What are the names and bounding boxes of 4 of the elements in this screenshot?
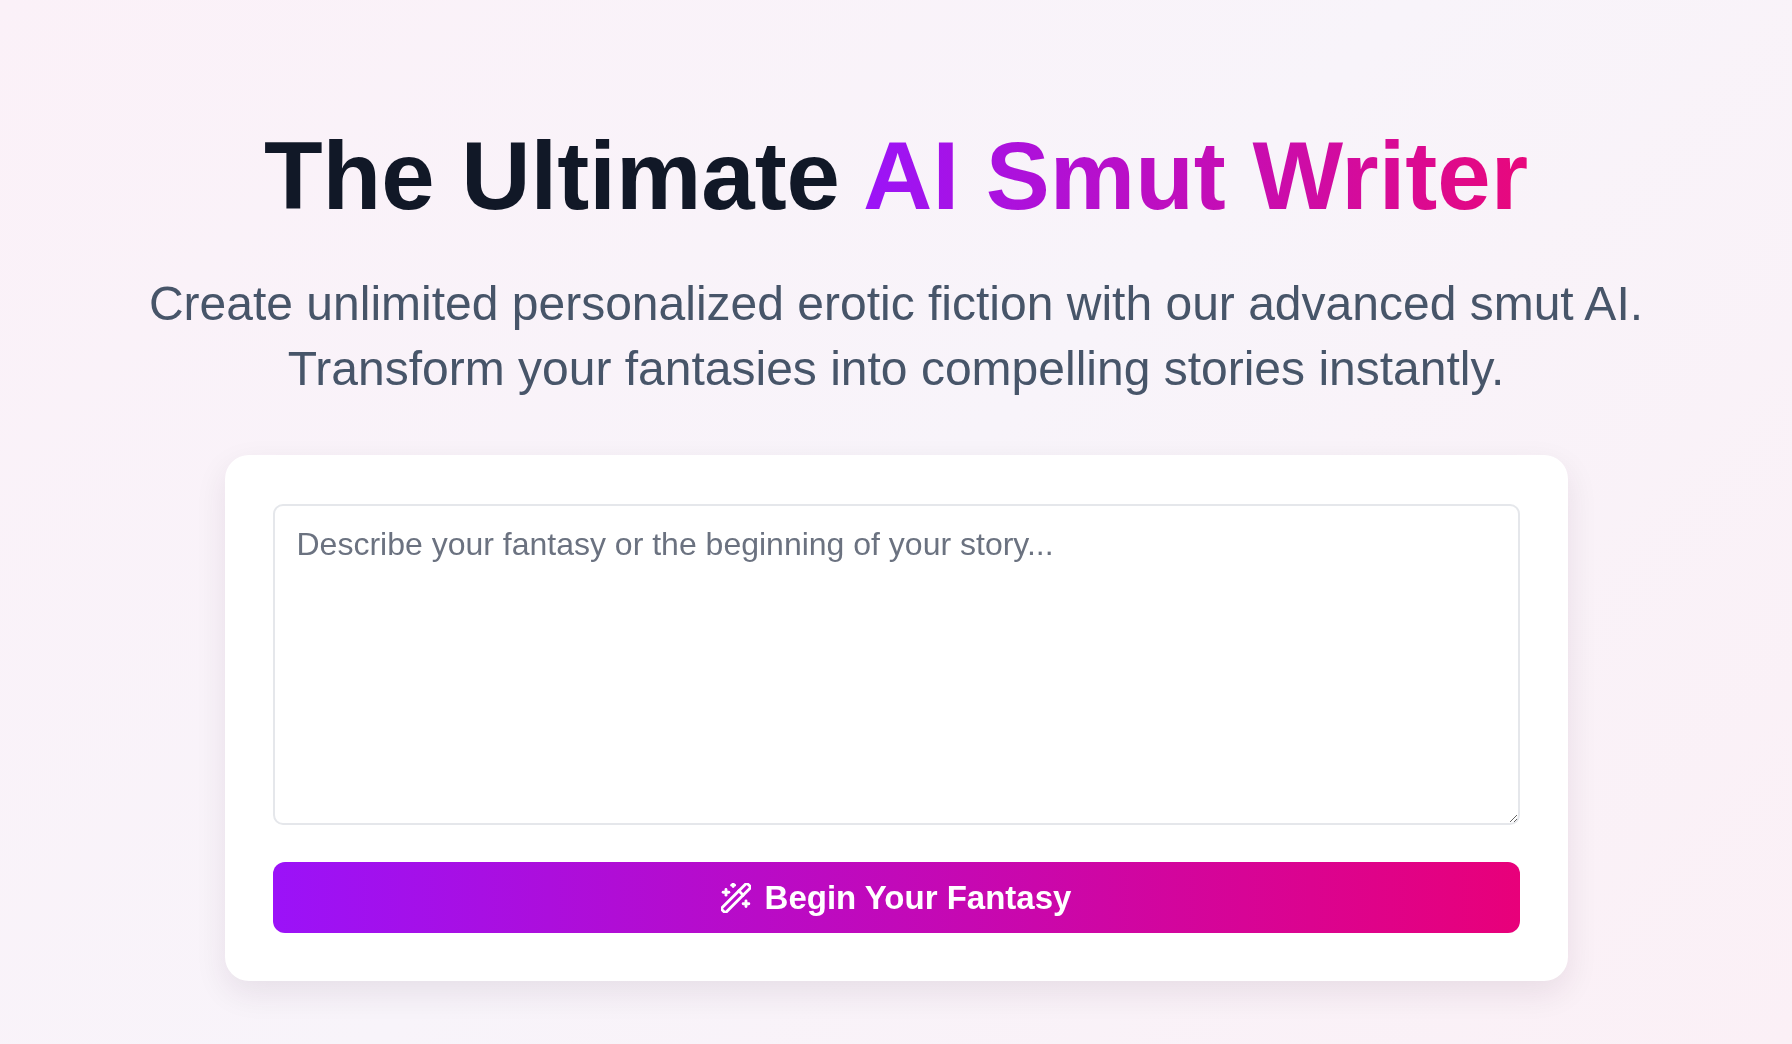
page-subtitle: Create unlimited personalized erotic fiction with our advanced smut AI. Transform your fantasies into compelling stories instantly. (147, 276, 1645, 397)
story-input-field[interactable]: Describe your fantasy or the beginning of your story... (272, 504, 1520, 825)
magic-wand-icon (720, 882, 751, 913)
begin-button[interactable]: Begin Your Fantasy (272, 862, 1520, 933)
